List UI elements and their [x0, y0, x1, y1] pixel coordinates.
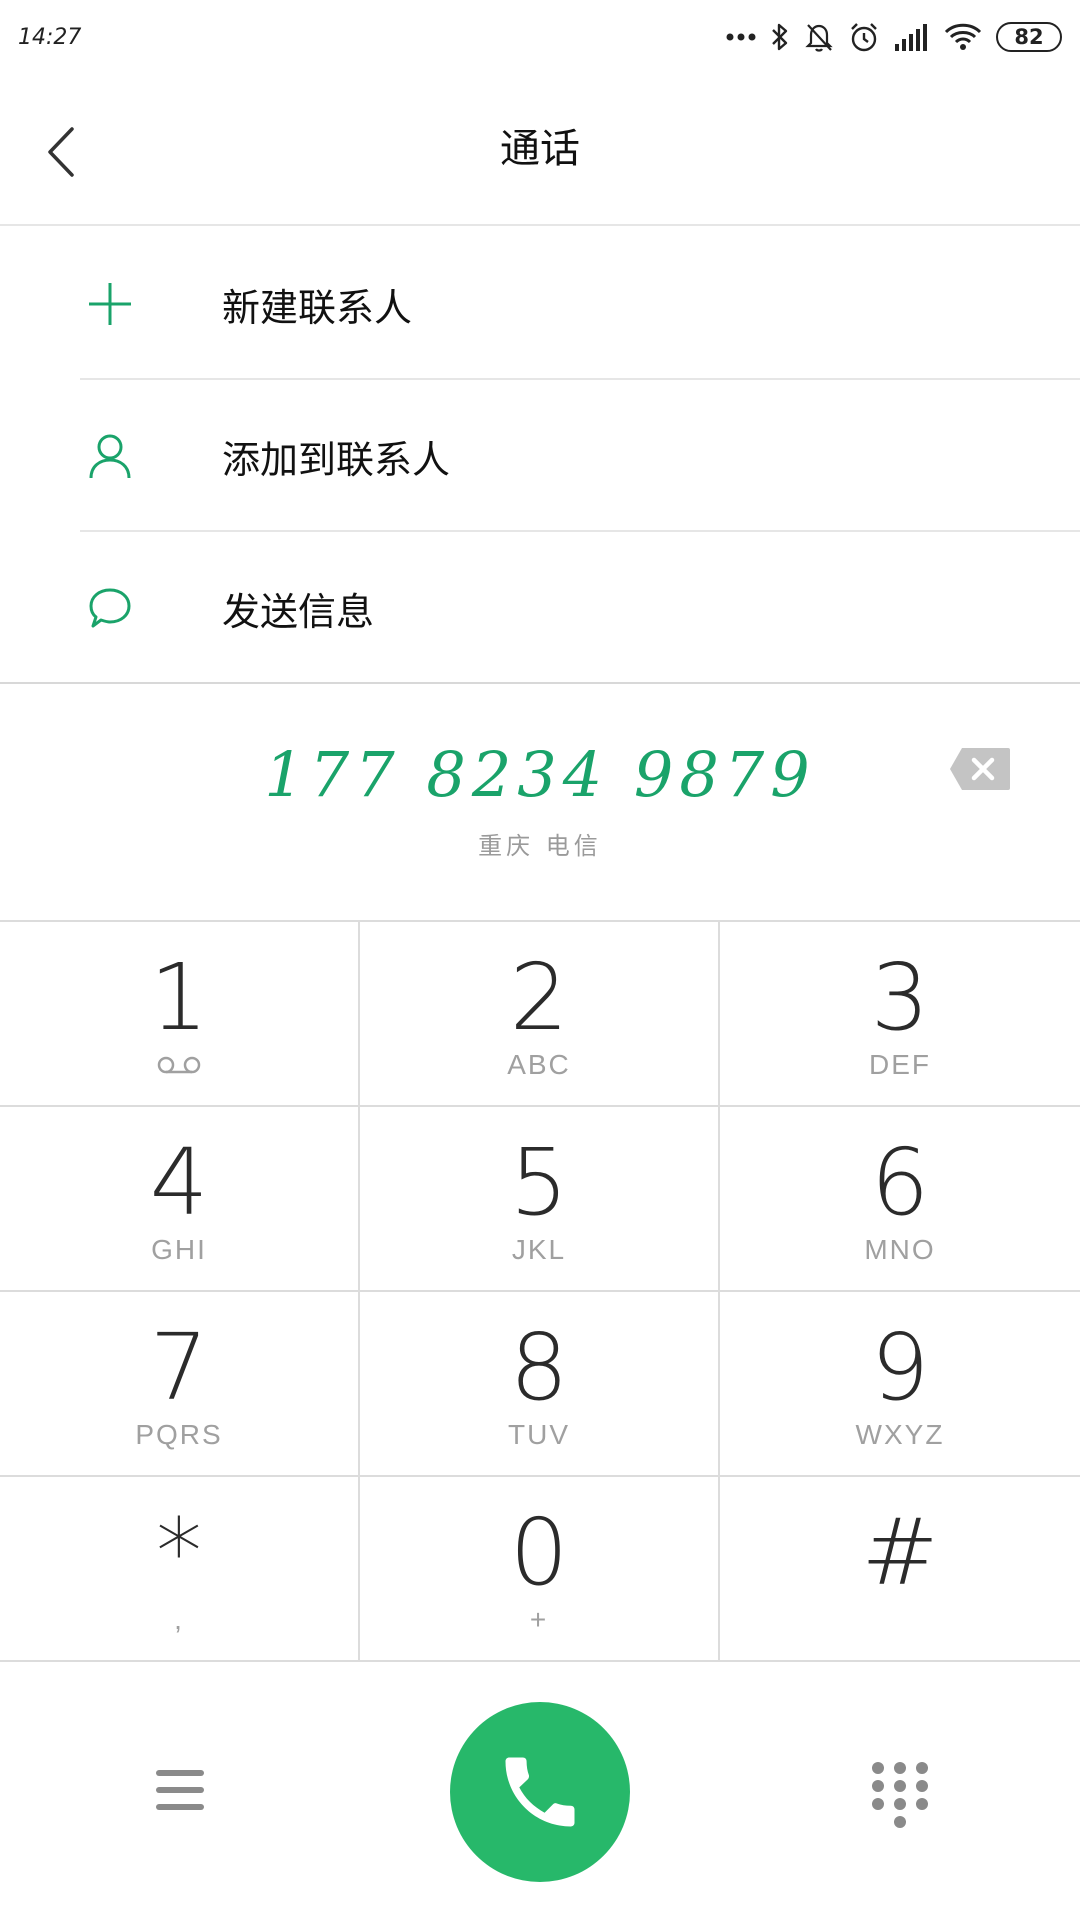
key-digit: 9 [870, 1314, 930, 1421]
key-digit: 7 [149, 1314, 209, 1421]
add-to-contact-button[interactable]: 添加到联系人 [0, 380, 1080, 532]
person-icon [86, 432, 134, 480]
key-letters: GHI [151, 1234, 207, 1265]
signal-icon [895, 24, 927, 51]
status-time: 14:27 [18, 24, 82, 50]
menu-button[interactable] [150, 1762, 210, 1818]
key-digit: 8 [509, 1314, 569, 1421]
key-4[interactable]: 4 GHI [0, 1107, 360, 1292]
key-letters: TUV [508, 1419, 570, 1450]
key-digit: 6 [870, 1129, 930, 1236]
carrier-label: 重庆 电信 [478, 832, 602, 860]
more-dots-icon [726, 33, 756, 41]
key-letters: + [529, 1604, 549, 1635]
message-icon [86, 584, 134, 632]
key-hash[interactable]: # [720, 1477, 1080, 1662]
key-3[interactable]: 3 DEF [720, 922, 1080, 1107]
key-letters: DEF [869, 1049, 931, 1080]
dialpad-icon [872, 1762, 928, 1828]
key-digit: 5 [509, 1129, 569, 1236]
dialer-screen: 14:27 82 通话 新建联系人 添加到联系人 发送信息 177 8234 9… [0, 0, 1080, 1920]
key-8[interactable]: 8 TUV [360, 1292, 720, 1477]
key-1[interactable]: 1 [0, 922, 360, 1107]
number-display: 177 8234 9879 重庆 电信 [0, 676, 1080, 920]
dialpad-toggle-button[interactable] [868, 1758, 932, 1830]
alarm-icon [851, 23, 877, 52]
key-letters: , [174, 1604, 184, 1635]
key-letters: ABC [507, 1049, 571, 1080]
send-message-button[interactable]: 发送信息 [0, 532, 1080, 684]
key-letters: MNO [864, 1234, 936, 1265]
dialed-number: 177 8234 9879 [264, 738, 816, 811]
key-digit: # [861, 1499, 939, 1606]
status-bar: 14:27 82 [0, 0, 1080, 74]
send-message-label: 发送信息 [222, 589, 375, 634]
key-digit: * [156, 1499, 202, 1606]
key-9[interactable]: 9 WXYZ [720, 1292, 1080, 1477]
key-2[interactable]: 2 ABC [360, 922, 720, 1107]
status-icons: 82 [726, 21, 1062, 53]
new-contact-button[interactable]: 新建联系人 [0, 228, 1080, 380]
voicemail-icon [156, 1048, 202, 1082]
page-title: 通话 [500, 126, 580, 172]
key-letters: WXYZ [855, 1419, 945, 1450]
key-digit: 3 [870, 944, 930, 1051]
add-to-contact-label: 添加到联系人 [222, 437, 451, 482]
bottom-bar [0, 1662, 1080, 1920]
backspace-icon [950, 748, 1010, 790]
key-6[interactable]: 6 MNO [720, 1107, 1080, 1292]
action-list: 新建联系人 添加到联系人 发送信息 [0, 228, 1080, 684]
key-digit: 1 [149, 944, 209, 1051]
key-letters: PQRS [135, 1419, 223, 1450]
plus-icon [86, 280, 134, 328]
header: 通话 [0, 74, 1080, 226]
call-button[interactable] [450, 1702, 630, 1882]
keypad: 1 2 ABC 3 DEF 4 GHI 5 JKL 6 MNO 7 PQRS 8… [0, 920, 1080, 1662]
key-digit: 4 [149, 1129, 209, 1236]
key-digit: 0 [509, 1499, 569, 1606]
battery-indicator: 82 [996, 22, 1062, 52]
key-5[interactable]: 5 JKL [360, 1107, 720, 1292]
key-7[interactable]: 7 PQRS [0, 1292, 360, 1477]
phone-icon [505, 1757, 575, 1827]
battery-level: 82 [1014, 25, 1044, 49]
key-digit: 2 [509, 944, 569, 1051]
key-0[interactable]: 0 + [360, 1477, 720, 1662]
bluetooth-icon [772, 23, 788, 51]
backspace-button[interactable] [948, 746, 1012, 792]
menu-icon [156, 1770, 204, 1810]
wifi-icon [944, 23, 982, 50]
key-letters: JKL [511, 1234, 567, 1265]
key-star[interactable]: * , [0, 1477, 360, 1662]
new-contact-label: 新建联系人 [222, 285, 413, 330]
bell-off-icon [805, 24, 833, 52]
